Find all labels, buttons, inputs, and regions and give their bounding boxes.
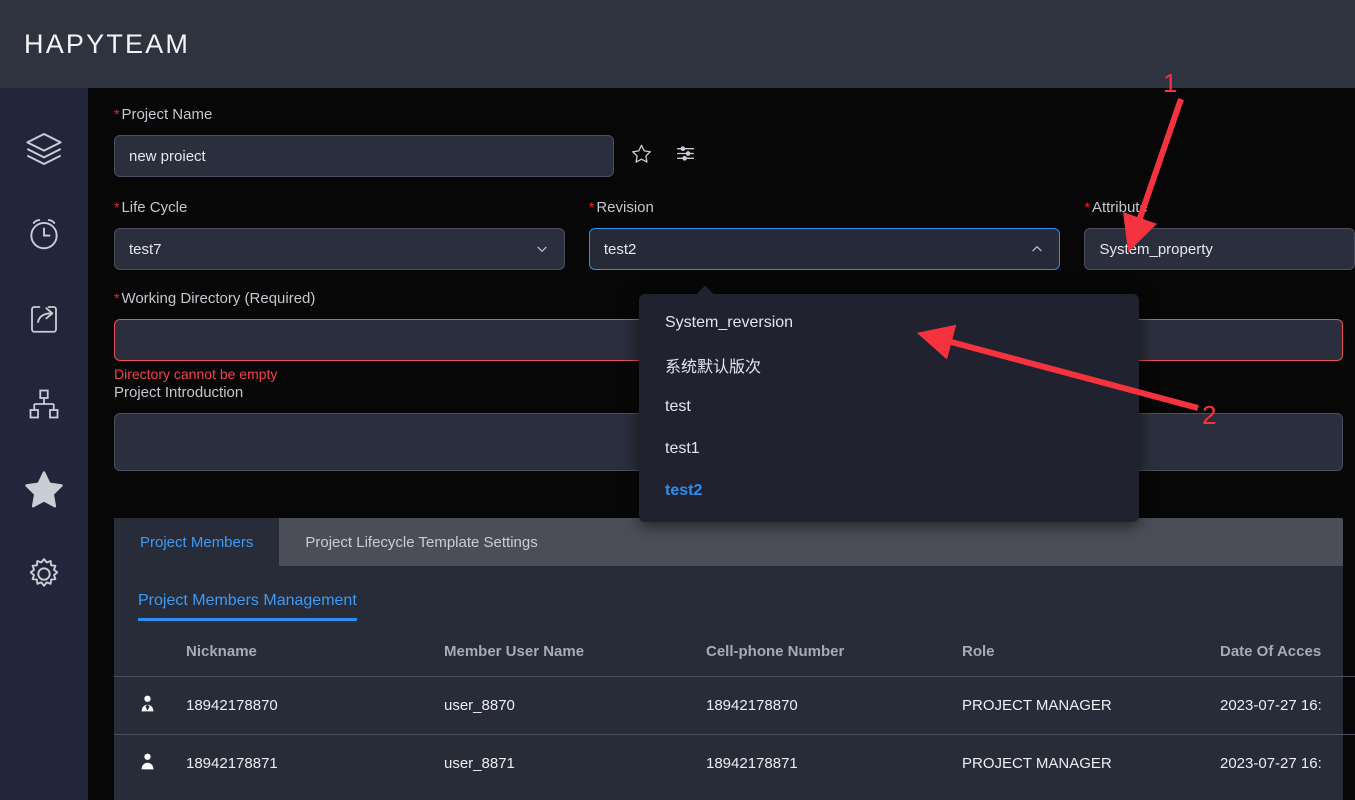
panel-title-wrap: Project Members Management [114, 592, 1343, 621]
table-header-row: Nickname Member User Name Cell-phone Num… [114, 643, 1355, 677]
panel-title: Project Members Management [138, 592, 357, 621]
row-date-of-access: 2023-07-27 16: [1220, 734, 1355, 792]
required-asterisk: * [588, 199, 595, 215]
revision-dropdown-chevron[interactable] [1029, 241, 1045, 257]
user-icon [138, 753, 157, 775]
row-member-user-name: user_8871 [444, 734, 706, 792]
required-asterisk: * [114, 106, 120, 122]
life-cycle-select[interactable]: test7 [114, 228, 565, 270]
column-header-member-user-name: Member User Name [444, 643, 585, 660]
revision-value: test2 [603, 240, 637, 258]
selects-row: * Life Cycle test7 * Revision test2 * At… [114, 197, 1355, 270]
table-row[interactable]: 18942178870 user_8870 18942178870 PROJEC… [114, 676, 1355, 735]
attribute-select[interactable]: System_property [1084, 228, 1355, 270]
dropdown-option-default-revision-cn[interactable]: 系统默认版次 [639, 344, 1139, 386]
column-header-avatar [114, 643, 186, 677]
sidebar-item-structure[interactable] [0, 361, 88, 446]
project-name-row: new proiect [114, 135, 1355, 177]
column-header-cell-phone-number: Cell-phone Number [706, 643, 845, 660]
revision-field: * Revision test2 [588, 197, 1061, 270]
chevron-down-icon [534, 241, 550, 257]
row-nickname: 18942178871 [186, 734, 444, 792]
app-root: HAPYTEAM * Project Name new proiect * Li… [0, 0, 1355, 800]
user-tie-icon [138, 695, 157, 717]
star-outline-icon [631, 143, 652, 169]
app-header: HAPYTEAM [0, 0, 1355, 88]
tabs-section: Project Members Project Lifecycle Templa… [114, 518, 1355, 800]
row-nickname: 18942178870 [186, 676, 444, 735]
row-role: PROJECT MANAGER [962, 734, 1220, 792]
gear-icon [25, 555, 63, 593]
column-header-date-of-access: Date Of Acces [1220, 643, 1322, 660]
sitemap-icon [26, 386, 62, 422]
dropdown-option-system-reversion[interactable]: System_reversion [639, 302, 1139, 344]
row-cell-phone-number: 18942178870 [706, 676, 962, 735]
required-asterisk: * [114, 290, 120, 306]
annotation-label-2: 2 [1202, 400, 1217, 430]
row-avatar-cell [114, 734, 186, 792]
attribute-label: * Attribute [1084, 199, 1148, 216]
revision-dropdown-panel[interactable]: System_reversion 系统默认版次 test test1 test2 [639, 285, 1139, 522]
dropdown-option-test[interactable]: test [639, 386, 1139, 428]
revision-label: * Revision [588, 199, 654, 216]
table-row[interactable]: 18942178871 user_8871 18942178871 PROJEC… [114, 734, 1355, 792]
life-cycle-value: test7 [129, 240, 162, 258]
sidebar-item-export[interactable] [0, 276, 88, 361]
column-header-role: Role [962, 643, 995, 660]
row-role: PROJECT MANAGER [962, 676, 1220, 735]
attribute-value: System_property [1099, 240, 1213, 258]
field-settings-button[interactable] [668, 135, 702, 177]
share-export-icon [26, 301, 62, 337]
sidebar-item-schedule[interactable] [0, 191, 88, 276]
project-name-input[interactable]: new proiect [114, 135, 614, 177]
tab-strip: Project Members Project Lifecycle Templa… [114, 518, 1343, 566]
life-cycle-field: * Life Cycle test7 [114, 197, 565, 270]
project-members-panel: Project Members Management Nickname Memb… [114, 566, 1355, 800]
attribute-field: * Attribute System_property [1084, 197, 1355, 270]
row-avatar-cell [114, 676, 186, 735]
main-content: * Project Name new proiect * Life Cycle … [88, 88, 1355, 800]
dropdown-option-test2[interactable]: test2 [639, 470, 1139, 512]
tab-project-members[interactable]: Project Members [114, 518, 280, 566]
sidebar-item-favorites[interactable] [0, 446, 88, 531]
dropdown-option-test1[interactable]: test1 [639, 428, 1139, 470]
tab-project-lifecycle-template-settings[interactable]: Project Lifecycle Template Settings [279, 518, 563, 566]
table-head: Nickname Member User Name Cell-phone Num… [114, 643, 1355, 677]
required-asterisk: * [1084, 199, 1090, 215]
table-body: 18942178870 user_8870 18942178870 PROJEC… [114, 676, 1355, 792]
revision-select[interactable]: test2 [588, 228, 1061, 270]
column-header-nickname: Nickname [186, 643, 257, 660]
life-cycle-label: * Life Cycle [114, 199, 188, 216]
sidebar-nav [0, 88, 88, 800]
sidebar-item-layers[interactable] [0, 106, 88, 191]
alarm-clock-icon [25, 215, 63, 253]
layers-icon [24, 129, 64, 169]
annotation-label-1: 1 [1163, 68, 1178, 98]
favorite-button[interactable] [624, 135, 658, 177]
star-icon [23, 468, 65, 510]
required-asterisk: * [114, 199, 120, 215]
sidebar-item-settings[interactable] [0, 531, 88, 616]
project-members-table: Nickname Member User Name Cell-phone Num… [114, 643, 1355, 792]
project-name-label: * Project Name [114, 106, 213, 123]
row-cell-phone-number: 18942178871 [706, 734, 962, 792]
sliders-icon [675, 143, 696, 169]
brand-title: HAPYTEAM [24, 28, 191, 59]
row-member-user-name: user_8870 [444, 676, 706, 735]
project-name-value: new proiect [129, 147, 206, 165]
row-date-of-access: 2023-07-27 16: [1220, 676, 1355, 735]
